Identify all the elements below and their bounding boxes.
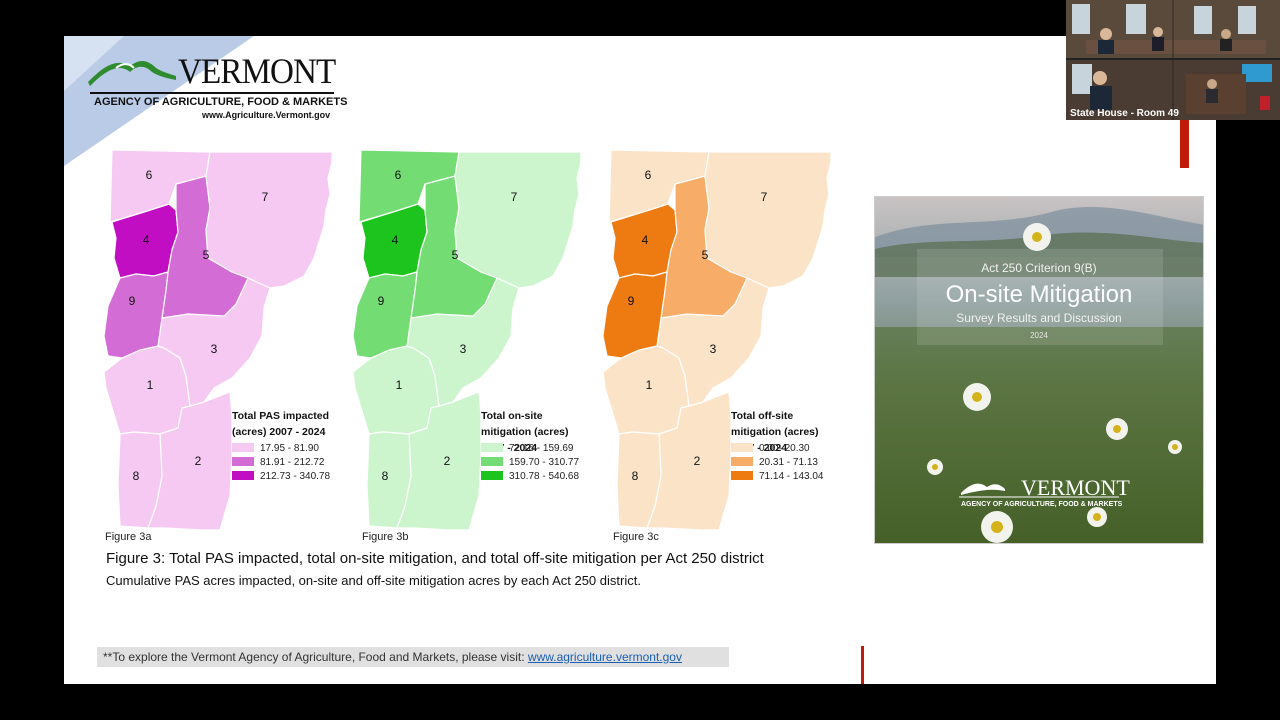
district-9-number: 9	[628, 294, 635, 308]
cover-logo-agency: AGENCY OF AGRICULTURE, FOOD & MARKETS	[961, 501, 1123, 508]
district-1-number: 1	[396, 378, 403, 392]
figure-3a-label: Figure 3a	[105, 531, 152, 543]
district-8-number: 8	[632, 469, 639, 483]
district-7-number: 7	[761, 190, 768, 204]
legend-swatch	[731, 443, 753, 452]
district-9-region	[602, 271, 668, 359]
legend-swatch	[232, 471, 254, 480]
legend-swatch	[481, 457, 503, 466]
footer-text: **To explore the Vermont Agency of Agric…	[103, 650, 528, 664]
zoom-watermark: Powered by Zoom	[1084, 660, 1205, 676]
cover-subtitle-survey: Survey Results and Discussion	[956, 311, 1122, 325]
district-3-number: 3	[710, 342, 717, 356]
district-7-number: 7	[262, 190, 269, 204]
district-2-number: 2	[195, 454, 202, 468]
district-6-number: 6	[146, 168, 153, 182]
legend-range-label: 310.78 - 540.68	[509, 471, 579, 482]
figure-caption: Figure 3: Total PAS impacted, total on-s…	[106, 550, 764, 567]
district-9-region	[352, 271, 418, 359]
district-7-number: 7	[511, 190, 518, 204]
legend-range-label: 0.00- 20.30	[759, 443, 810, 454]
district-4-number: 4	[642, 233, 649, 247]
district-7-region	[205, 151, 333, 289]
district-4-number: 4	[143, 233, 150, 247]
legend-range-label: 159.70 - 310.77	[509, 457, 579, 468]
video-room-label: State House - Room 49	[1070, 108, 1179, 119]
district-map-1: 1 2 3 4 5 6 7 8 9 Total PAS impacted (acres) 2007 …	[103, 149, 333, 531]
district-9-number: 9	[129, 294, 136, 308]
district-3-number: 3	[460, 342, 467, 356]
legend-swatch	[232, 443, 254, 452]
district-map-3: 1 2 3 4 5 6 7 8 9 Total off-site mitigation (acres…	[602, 149, 832, 531]
legend-range-label: 81.91 - 212.72	[260, 457, 325, 468]
district-1-number: 1	[147, 378, 154, 392]
legend-swatch	[731, 457, 753, 466]
district-7-region	[704, 151, 832, 289]
cover-year: 2024	[1030, 331, 1048, 340]
legend-swatch	[481, 443, 503, 452]
legend-title-line: Total on-site	[481, 410, 543, 422]
legend-range-label: 71.14 - 143.04	[759, 471, 824, 482]
district-5-number: 5	[702, 248, 709, 262]
legend-range-label: 212.73 - 340.78	[260, 471, 330, 482]
legend-title-line: Total PAS impacted	[232, 410, 329, 422]
district-maps: 1 2 3 4 5 6 7 8 9 Total PAS impacted (acres) 2007 …	[103, 149, 832, 531]
red-accent-bottom	[861, 646, 864, 684]
legend-range-label: 17.95 - 81.90	[260, 443, 319, 454]
district-8-number: 8	[133, 469, 140, 483]
video-participant-tile[interactable]: State House - Room 49	[1066, 0, 1280, 120]
footer-bar: **To explore the Vermont Agency of Agric…	[97, 647, 729, 667]
report-cover-image: Act 250 Criterion 9(B) On-site Mitigatio…	[874, 196, 1204, 544]
legend-swatch	[731, 471, 753, 480]
legend-title-line: Total off-site	[731, 410, 793, 422]
legend-title-line: (acres) 2007 - 2024	[232, 426, 326, 438]
district-9-region	[103, 271, 169, 359]
cover-logo-wordmark: VERMONT	[1021, 475, 1130, 500]
district-8-number: 8	[382, 469, 389, 483]
presentation-slide: VERMONT AGENCY OF AGRICULTURE, FOOD & MA…	[64, 36, 1216, 684]
legend-title-line: mitigation (acres)	[731, 426, 819, 438]
district-5-number: 5	[452, 248, 459, 262]
legend-range-label: 20.31 - 71.13	[759, 457, 818, 468]
video-feed-illustration	[1066, 0, 1280, 120]
district-2-number: 2	[694, 454, 701, 468]
legend-title-line: mitigation (acres)	[481, 426, 569, 438]
legend-swatch	[232, 457, 254, 466]
district-2-number: 2	[444, 454, 451, 468]
district-3-number: 3	[211, 342, 218, 356]
legend-range-label: 72.16 - 159.69	[509, 443, 574, 454]
figure-3b-label: Figure 3b	[362, 531, 409, 543]
district-7-region	[454, 151, 582, 289]
footer-link[interactable]: www.agriculture.vermont.gov	[528, 650, 682, 664]
district-map-2: 1 2 3 4 5 6 7 8 9 Total on-site mitigation (acres)…	[352, 149, 582, 531]
figure-3c-label: Figure 3c	[613, 531, 659, 543]
red-accent-top	[1180, 116, 1189, 168]
district-9-number: 9	[378, 294, 385, 308]
district-4-number: 4	[392, 233, 399, 247]
district-6-number: 6	[645, 168, 652, 182]
cover-title: On-site Mitigation	[945, 281, 1133, 308]
district-1-number: 1	[646, 378, 653, 392]
cover-subtitle-criterion: Act 250 Criterion 9(B)	[981, 261, 1097, 275]
district-6-number: 6	[395, 168, 402, 182]
legend-swatch	[481, 471, 503, 480]
district-5-number: 5	[203, 248, 210, 262]
figure-subcaption: Cumulative PAS acres impacted, on-site a…	[106, 573, 641, 588]
